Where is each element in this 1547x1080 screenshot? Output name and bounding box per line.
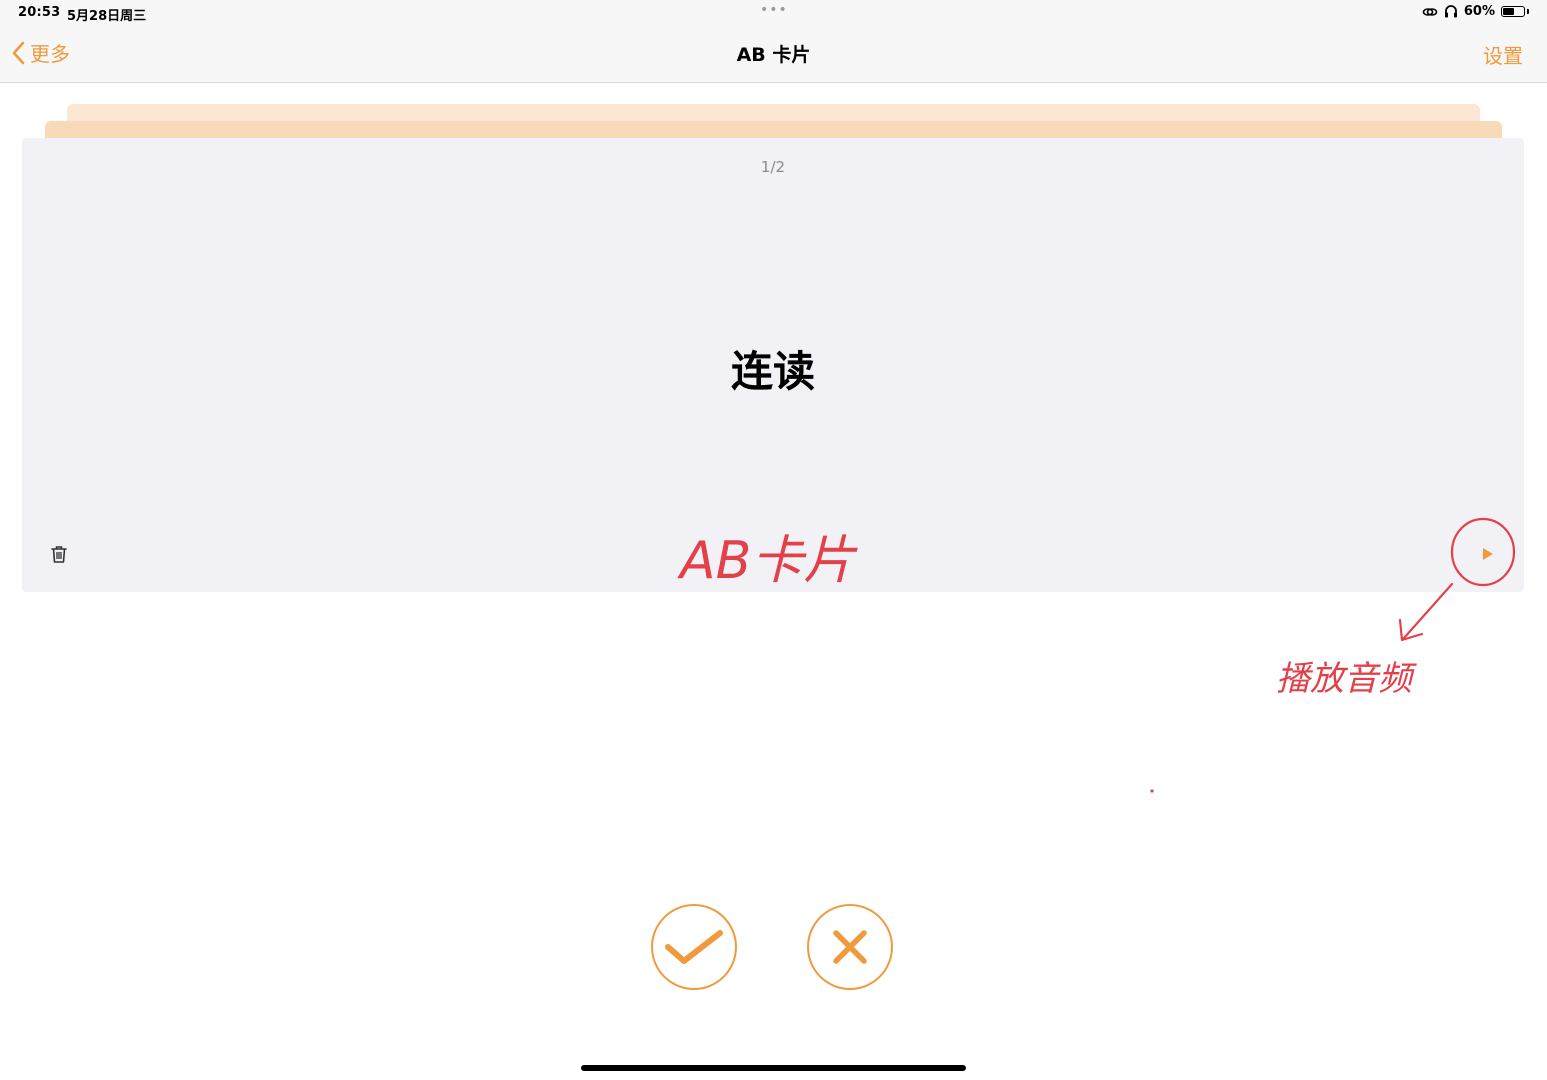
home-indicator[interactable] [581,1065,966,1071]
play-icon [1483,548,1493,560]
mark-correct-button[interactable] [651,904,737,990]
status-bar: 20:53 5月28日周三 ••• 60% [0,0,1547,26]
close-icon [833,930,867,964]
battery-percent: 60% [1463,4,1495,19]
annotation-arrow-line [1402,582,1454,640]
status-time: 20:53 [18,5,61,20]
status-indicators: 60% [1422,4,1529,19]
battery-cap [1527,9,1529,14]
mark-wrong-button[interactable] [807,904,893,990]
card-word: 连读 [730,347,815,396]
card-counter: 1/2 [760,158,786,176]
annotation-arrow-head [1398,618,1424,642]
delete-card-button[interactable] [50,544,68,568]
trash-icon [51,546,67,563]
navigation-bar: 更多 AB 卡片 设置 [0,26,1547,83]
settings-button[interactable]: 设置 [1483,40,1523,69]
annotation-dot [1150,789,1154,793]
link-icon [1422,7,1438,16]
battery-fill [1503,8,1515,15]
annotation-play-label: 播放音频 [1276,659,1417,699]
play-audio-button[interactable] [1476,542,1500,566]
checkmark-icon [665,930,723,964]
status-date: 5月28日周三 [67,9,147,24]
multitasking-dots[interactable]: ••• [760,2,788,18]
headphones-icon [1444,5,1457,18]
page-title: AB 卡片 [736,44,811,66]
flash-card[interactable]: 1/2 连读 [22,138,1524,592]
battery-icon [1501,6,1525,17]
